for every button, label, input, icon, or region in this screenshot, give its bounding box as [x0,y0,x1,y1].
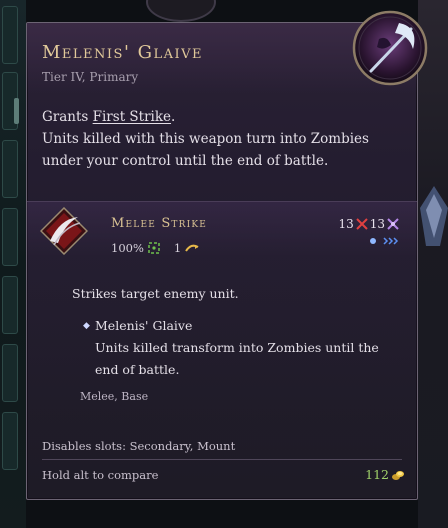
left-slot[interactable] [2,276,18,334]
ability-range [369,237,399,245]
ability-stats: 100% 1 [111,241,199,255]
cooldown-icon [185,244,199,252]
left-slot[interactable] [2,6,18,64]
item-name: Melenis' Glaive [42,42,204,63]
diamond-bullet-icon: ◆ [83,321,90,331]
ability-sub-effect: ◆ Melenis' Glaive Units killed transform… [83,315,403,381]
range-icon [383,237,399,245]
description-text: Units killed with this weapon turn into … [42,131,369,169]
item-cost: 112 [365,467,405,482]
glaive-icon [352,10,428,86]
crystal-icon [420,186,448,246]
divider [42,459,402,460]
left-slot[interactable] [2,412,18,470]
physical-damage-value: 13 [338,217,354,231]
sub-effect-text: Units killed transform into Zombies unti… [95,340,379,377]
melee-strike-icon [40,207,88,255]
item-tier: Tier IV, Primary [42,70,139,84]
ability-damage: 13 13 [338,217,399,231]
left-slot[interactable] [2,344,18,402]
gold-icon [392,470,404,480]
ability-name: Melee Strike [111,216,208,231]
cost-value: 112 [365,467,389,482]
ability-tags: Melee, Base [80,390,149,403]
ability-effect: Strikes target enemy unit. [72,286,239,301]
cooldown-value: 1 [173,241,182,255]
item-description: Grants First Strike. Units killed with t… [42,106,407,172]
left-slot[interactable] [2,140,18,198]
physical-damage-icon [356,218,368,230]
accuracy-icon [148,242,160,254]
top-emblem [146,0,216,22]
left-slot[interactable] [2,208,18,266]
arcane-damage-icon [387,218,399,230]
sub-effect-name: Melenis' Glaive [95,318,193,333]
compare-hint: Hold alt to compare [42,468,159,482]
scrollbar-thumb[interactable] [14,98,19,124]
range-dot-icon [370,238,376,244]
disabled-slots: Disables slots: Secondary, Mount [42,439,236,453]
ability-block: Melee Strike 100% 1 13 13 Strikes target… [27,201,417,424]
accuracy-value: 100% [111,241,144,255]
arcane-damage-value: 13 [369,217,385,231]
first-strike-link[interactable]: First Strike [93,109,171,125]
item-tooltip: Melenis' Glaive Tier IV, Primary Grants … [26,10,428,500]
description-text: . [171,109,176,125]
description-text: Grants [42,109,93,125]
left-ui-strip [0,0,26,528]
